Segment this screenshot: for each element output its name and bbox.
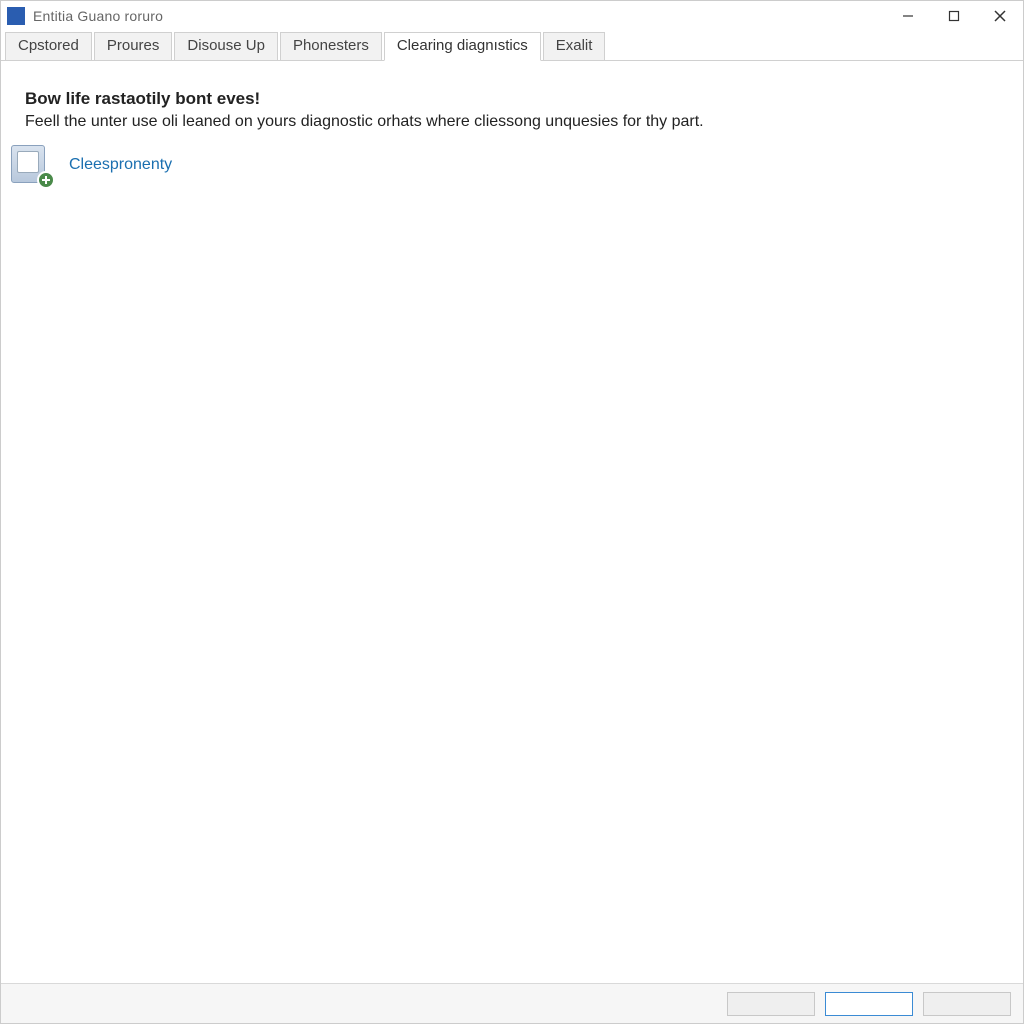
window-frame: Entitia Guano roruro Cpstored Proures Di… <box>0 0 1024 1024</box>
minimize-button[interactable] <box>885 1 931 31</box>
tab-proures[interactable]: Proures <box>94 32 173 60</box>
maximize-icon <box>948 10 960 22</box>
tab-label: Cpstored <box>18 37 79 54</box>
tab-cpstored[interactable]: Cpstored <box>5 32 92 60</box>
tab-label: Proures <box>107 37 160 54</box>
diagnostic-link-row: Cleespronenty <box>7 141 999 189</box>
maximize-button[interactable] <box>931 1 977 31</box>
diagnostic-link[interactable]: Cleespronenty <box>69 156 172 174</box>
close-icon <box>994 10 1006 22</box>
tab-label: Clearing diagnıstics <box>397 37 528 54</box>
close-button[interactable] <box>977 1 1023 31</box>
tab-clearing-diagnostics[interactable]: Clearing diagnıstics <box>384 32 541 61</box>
tab-label: Phonesters <box>293 37 369 54</box>
content-heading: Bow life rastaotily bont eves! <box>25 89 999 109</box>
dialog-footer <box>1 983 1023 1023</box>
footer-button-1[interactable] <box>727 992 815 1016</box>
footer-button-3[interactable] <box>923 992 1011 1016</box>
tab-strip: Cpstored Proures Disouse Up Phonesters C… <box>1 31 1023 61</box>
footer-button-2[interactable] <box>825 992 913 1016</box>
minimize-icon <box>902 10 914 22</box>
tab-exalit[interactable]: Exalit <box>543 32 606 60</box>
tab-phonesters[interactable]: Phonesters <box>280 32 382 60</box>
window-controls <box>885 1 1023 31</box>
tab-content: Bow life rastaotily bont eves! Feell the… <box>1 61 1023 983</box>
app-icon <box>7 7 25 25</box>
titlebar: Entitia Guano roruro <box>1 1 1023 31</box>
tab-label: Disouse Up <box>187 37 265 54</box>
window-title: Entitia Guano roruro <box>33 8 885 24</box>
diagnostic-package-icon <box>7 141 55 189</box>
content-subtext: Feell the unter use oli leaned on yours … <box>25 113 999 131</box>
tab-disouse-up[interactable]: Disouse Up <box>174 32 278 60</box>
tab-label: Exalit <box>556 37 593 54</box>
